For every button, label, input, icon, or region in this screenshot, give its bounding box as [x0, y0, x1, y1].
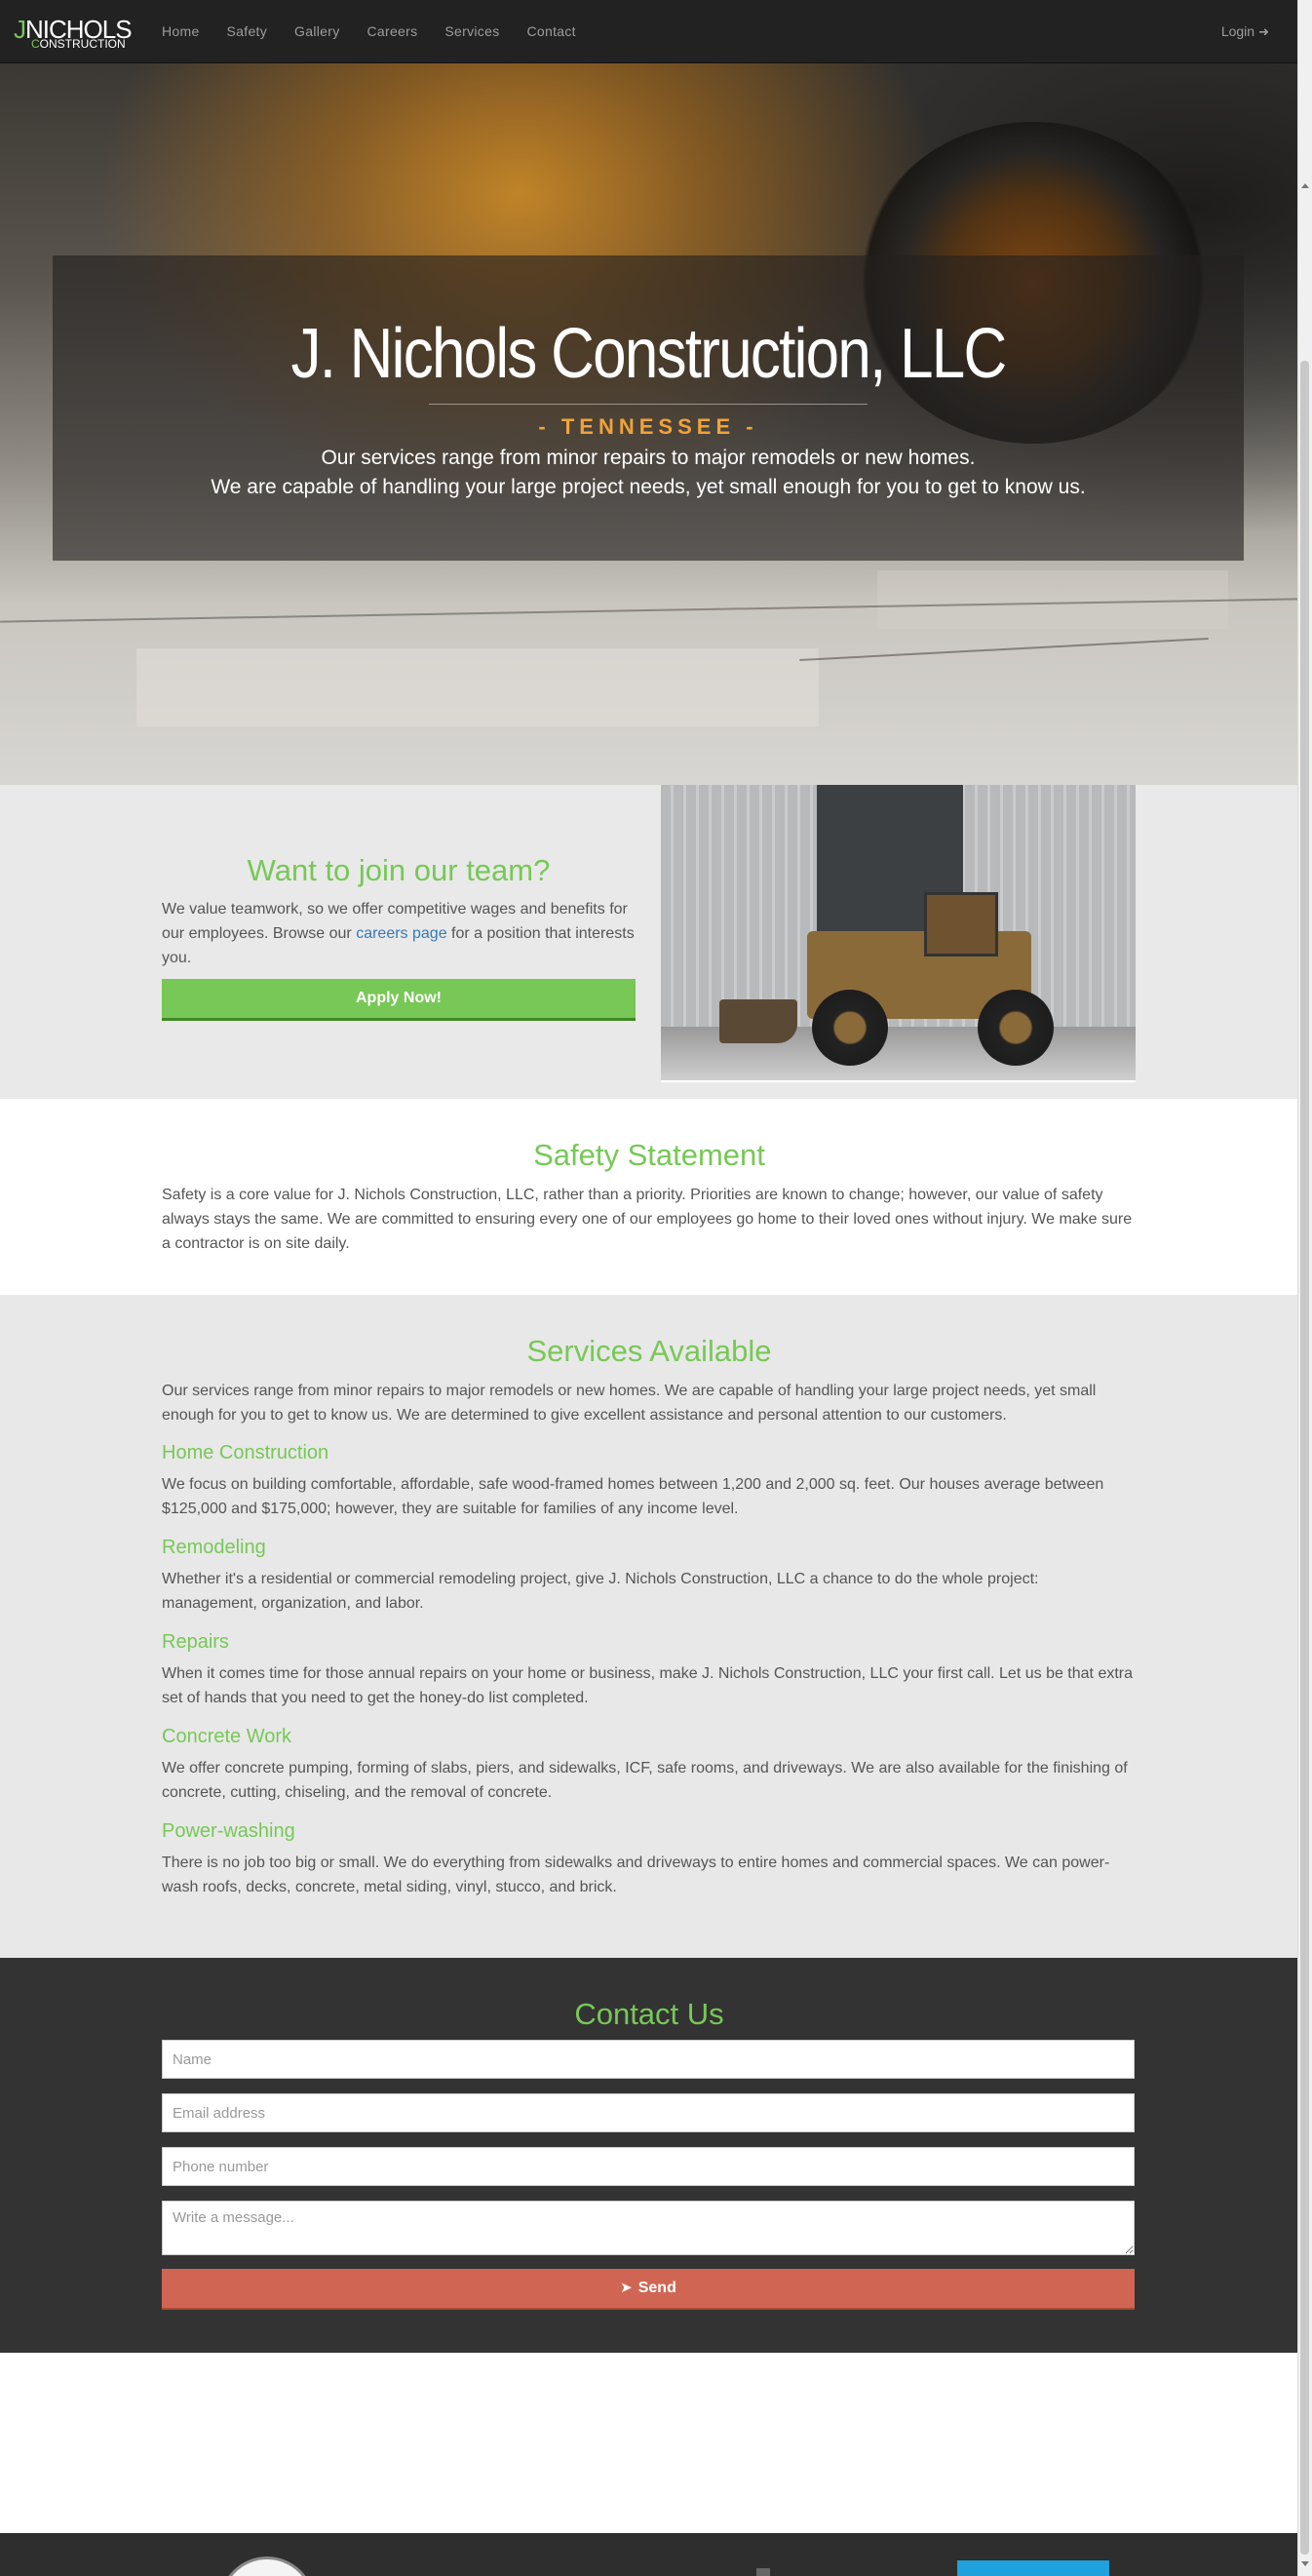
services-section: Services Available Our services range fr… — [0, 1295, 1298, 1958]
logo-subtitle: CONSTRUCTION — [31, 37, 126, 51]
hero-region: - TENNESSEE - — [538, 414, 758, 439]
sign-in-icon: ➜ — [1258, 24, 1269, 39]
careers-page-link[interactable]: careers page — [356, 925, 446, 942]
apply-now-button[interactable]: Apply Now! — [162, 979, 636, 1021]
safety-title: Safety Statement — [533, 1138, 765, 1172]
footer — [0, 2533, 1298, 2576]
send-button[interactable]: ➤ Send — [162, 2269, 1135, 2310]
service-heading-concrete-work: Concrete Work — [162, 1726, 292, 1747]
logo-sub-rest: ONSTRUCTION — [39, 37, 126, 51]
nav-services[interactable]: Services — [431, 0, 513, 62]
service-heading-repairs: Repairs — [162, 1631, 229, 1653]
hero-banner: J. Nichols Construction, LLC - TENNESSEE… — [0, 63, 1298, 785]
service-text-repairs: When it comes time for those annual repa… — [162, 1665, 1134, 1706]
hero-divider — [429, 404, 868, 405]
scrollbar-thumb[interactable] — [1300, 361, 1309, 2555]
service-text-remodeling: Whether it's a residential or commercial… — [162, 1571, 1039, 1612]
blank-spacer — [0, 2353, 1298, 2533]
nav-home[interactable]: Home — [148, 0, 213, 62]
photo-loader-tire — [812, 990, 888, 1066]
page-scrollbar[interactable] — [1297, 0, 1312, 2576]
phone-input[interactable] — [162, 2147, 1135, 2186]
service-text-concrete-work: We offer concrete pumping, forming of sl… — [162, 1760, 1128, 1801]
hero-tagline-1: Our services range from minor repairs to… — [321, 447, 976, 469]
contact-title: Contact Us — [574, 1997, 724, 2031]
contact-section: Contact Us ➤Send — [0, 1958, 1298, 2353]
nav-safety[interactable]: Safety — [213, 0, 282, 62]
nav-gallery[interactable]: Gallery — [281, 0, 353, 62]
hero-overlay-box: J. Nichols Construction, LLC - TENNESSEE… — [53, 255, 1244, 561]
footer-seal-badge[interactable] — [219, 2556, 315, 2576]
hero-tagline-2: We are capable of handling your large pr… — [211, 476, 1086, 498]
company-logo[interactable]: JNICHOLS CONSTRUCTION — [14, 15, 133, 51]
scroll-up-arrow-icon[interactable] — [1301, 183, 1309, 188]
service-text-power-washing: There is no job too big or small. We do … — [162, 1854, 1110, 1895]
nav-contact[interactable]: Contact — [514, 0, 590, 62]
join-text: We value teamwork, so we offer competiti… — [162, 897, 636, 970]
logo-letter-j: J — [14, 15, 26, 44]
safety-text: Safety is a core value for J. Nichols Co… — [162, 1187, 1133, 1252]
footer-mark — [756, 2568, 770, 2576]
nav-careers[interactable]: Careers — [354, 0, 432, 62]
send-label: Send — [637, 2280, 676, 2296]
wheel-loader-photo — [661, 785, 1136, 1082]
hero-title: J. Nichols Construction, LLC — [290, 315, 1007, 393]
logo-sub-letter-c: C — [31, 37, 40, 51]
email-input[interactable] — [162, 2093, 1135, 2132]
name-input[interactable] — [162, 2040, 1135, 2079]
hero-background-slab — [136, 648, 819, 726]
message-textarea[interactable] — [162, 2201, 1135, 2255]
photo-loader-bucket — [719, 999, 797, 1043]
nav-links: Home Safety Gallery Careers Services Con… — [148, 0, 590, 62]
hero-background-crack — [799, 638, 1209, 661]
services-intro: Our services range from minor repairs to… — [162, 1383, 1097, 1424]
scroll-down-arrow-icon[interactable] — [1301, 2561, 1309, 2566]
navbar: JNICHOLS CONSTRUCTION Home Safety Galler… — [0, 0, 1298, 63]
photo-loader-tire — [978, 990, 1054, 1066]
service-heading-power-washing: Power-washing — [162, 1820, 295, 1842]
login-link[interactable]: Login ➜ — [1221, 0, 1269, 63]
services-list: Our services range from minor repairs to… — [162, 1379, 1137, 1915]
join-team-section: Want to join our team? We value teamwork… — [0, 785, 1298, 1099]
service-heading-home-construction: Home Construction — [162, 1442, 329, 1464]
safety-section: Safety Statement Safety is a core value … — [0, 1099, 1298, 1295]
service-text-home-construction: We focus on building comfortable, afford… — [162, 1476, 1104, 1517]
photo-loader-cab — [924, 892, 998, 956]
service-heading-remodeling: Remodeling — [162, 1537, 266, 1558]
services-title: Services Available — [526, 1334, 772, 1368]
paper-plane-icon: ➤ — [620, 2280, 633, 2296]
join-title: Want to join our team? — [247, 853, 551, 887]
login-label: Login — [1220, 23, 1255, 39]
footer-blue-badge[interactable] — [957, 2560, 1109, 2576]
